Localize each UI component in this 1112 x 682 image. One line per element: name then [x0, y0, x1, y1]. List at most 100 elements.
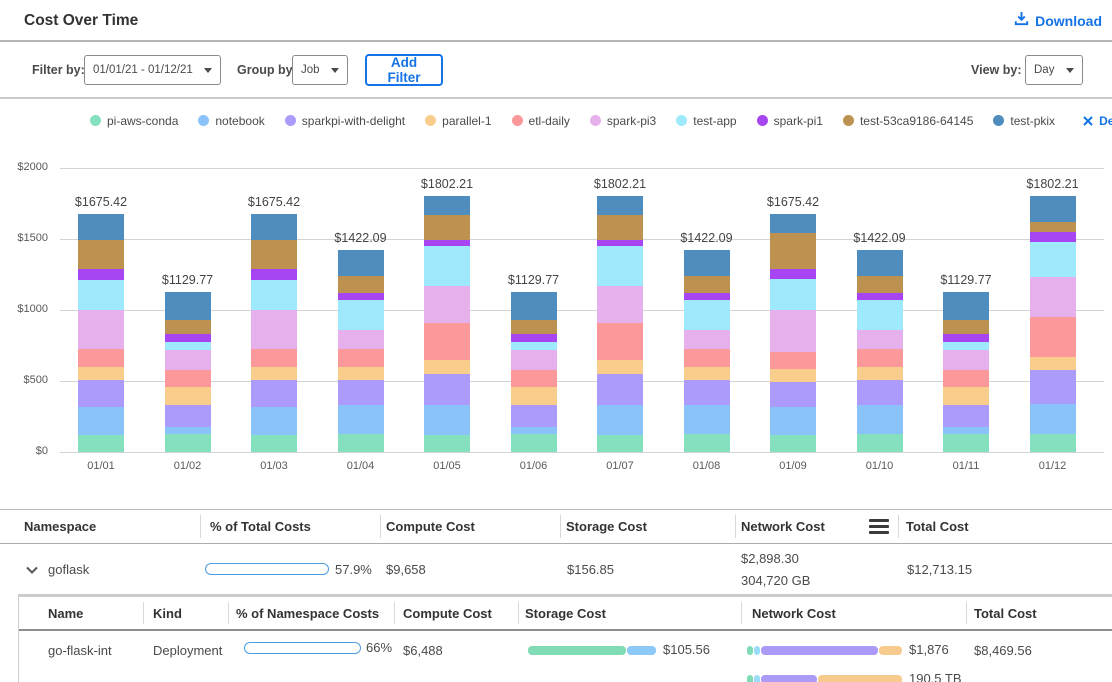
bar-segment-notebook[interactable]: [424, 405, 470, 435]
bar-segment-etl-daily[interactable]: [597, 323, 643, 361]
bar-segment-etl-daily[interactable]: [684, 349, 730, 367]
bar-segment-test-app[interactable]: [78, 280, 124, 311]
bar-segment-notebook[interactable]: [78, 407, 124, 435]
bar-segment-test-53ca9186-64145[interactable]: [684, 276, 730, 293]
bar-segment-test-53ca9186-64145[interactable]: [770, 233, 816, 269]
bar-segment-notebook[interactable]: [1030, 404, 1076, 435]
bar-segment-sparkpi-with-delight[interactable]: [338, 380, 384, 405]
bar-segment-pi-aws-conda[interactable]: [338, 434, 384, 452]
legend-item-sparkpi-with-delight[interactable]: sparkpi-with-delight: [285, 114, 405, 128]
legend-item-parallel-1[interactable]: parallel-1: [425, 114, 491, 128]
bar-segment-spark-pi3[interactable]: [770, 310, 816, 353]
bar-segment-notebook[interactable]: [597, 405, 643, 435]
bar-segment-sparkpi-with-delight[interactable]: [943, 405, 989, 427]
bar-01/05[interactable]: [424, 196, 470, 452]
bar-segment-test-pkix[interactable]: [165, 292, 211, 320]
bar-segment-spark-pi3[interactable]: [424, 286, 470, 323]
namespace-expander[interactable]: goflask: [0, 562, 200, 577]
add-filter-button[interactable]: Add Filter: [365, 54, 443, 86]
legend-item-spark-pi3[interactable]: spark-pi3: [590, 114, 656, 128]
bar-segment-etl-daily[interactable]: [943, 370, 989, 387]
bar-segment-pi-aws-conda[interactable]: [684, 434, 730, 452]
legend-item-notebook[interactable]: notebook: [198, 114, 264, 128]
view-by-select[interactable]: Day: [1025, 55, 1083, 85]
bar-segment-test-53ca9186-64145[interactable]: [597, 215, 643, 241]
bar-segment-test-53ca9186-64145[interactable]: [424, 215, 470, 241]
bar-segment-parallel-1[interactable]: [1030, 357, 1076, 370]
bar-segment-sparkpi-with-delight[interactable]: [251, 380, 297, 407]
bar-segment-spark-pi3[interactable]: [1030, 277, 1076, 317]
bar-segment-etl-daily[interactable]: [857, 349, 903, 367]
bar-01/10[interactable]: [857, 250, 903, 452]
bar-01/03[interactable]: [251, 214, 297, 452]
legend-item-test-app[interactable]: test-app: [676, 114, 736, 128]
bar-segment-test-app[interactable]: [1030, 242, 1076, 278]
bar-segment-notebook[interactable]: [251, 407, 297, 435]
bar-segment-parallel-1[interactable]: [78, 367, 124, 380]
legend-item-etl-daily[interactable]: etl-daily: [512, 114, 570, 128]
bar-segment-etl-daily[interactable]: [511, 370, 557, 387]
bar-segment-test-pkix[interactable]: [338, 250, 384, 276]
bar-segment-pi-aws-conda[interactable]: [78, 435, 124, 452]
bar-segment-sparkpi-with-delight[interactable]: [684, 380, 730, 405]
deselect-all-button[interactable]: Deselect All: [1083, 114, 1112, 128]
download-button[interactable]: Download: [1014, 11, 1102, 31]
bar-segment-sparkpi-with-delight[interactable]: [597, 374, 643, 405]
bar-segment-etl-daily[interactable]: [1030, 317, 1076, 357]
bar-segment-test-pkix[interactable]: [511, 292, 557, 320]
legend-item-pi-aws-conda[interactable]: pi-aws-conda: [90, 114, 178, 128]
bar-segment-spark-pi3[interactable]: [684, 330, 730, 349]
bar-segment-notebook[interactable]: [684, 405, 730, 434]
bar-segment-parallel-1[interactable]: [770, 369, 816, 382]
bar-segment-notebook[interactable]: [770, 407, 816, 435]
bar-segment-test-pkix[interactable]: [1030, 196, 1076, 222]
bar-segment-spark-pi1[interactable]: [597, 240, 643, 246]
bar-segment-etl-daily[interactable]: [770, 352, 816, 369]
bar-segment-sparkpi-with-delight[interactable]: [165, 405, 211, 427]
bar-segment-spark-pi1[interactable]: [684, 293, 730, 301]
bar-segment-test-pkix[interactable]: [943, 292, 989, 320]
bar-segment-spark-pi1[interactable]: [1030, 232, 1076, 242]
bar-segment-parallel-1[interactable]: [165, 387, 211, 405]
bar-segment-test-app[interactable]: [165, 342, 211, 350]
bar-segment-spark-pi1[interactable]: [943, 334, 989, 342]
bar-segment-parallel-1[interactable]: [857, 367, 903, 380]
bar-segment-notebook[interactable]: [338, 405, 384, 434]
bar-segment-pi-aws-conda[interactable]: [165, 434, 211, 452]
bar-segment-test-pkix[interactable]: [597, 196, 643, 215]
date-range-select[interactable]: 01/01/21 - 01/12/21: [84, 55, 221, 85]
bar-segment-parallel-1[interactable]: [684, 367, 730, 380]
bar-segment-sparkpi-with-delight[interactable]: [424, 374, 470, 405]
bar-segment-pi-aws-conda[interactable]: [1030, 434, 1076, 452]
bar-segment-sparkpi-with-delight[interactable]: [511, 405, 557, 427]
bar-01/11[interactable]: [943, 292, 989, 452]
legend-item-test-pkix[interactable]: test-pkix: [993, 114, 1055, 128]
legend-item-test-53ca9186-64145[interactable]: test-53ca9186-64145: [843, 114, 973, 128]
bar-segment-test-53ca9186-64145[interactable]: [857, 276, 903, 293]
bar-segment-test-pkix[interactable]: [251, 214, 297, 240]
bar-segment-notebook[interactable]: [165, 427, 211, 434]
menu-icon[interactable]: [869, 519, 889, 534]
bar-segment-spark-pi1[interactable]: [251, 269, 297, 280]
bar-segment-test-53ca9186-64145[interactable]: [251, 240, 297, 269]
bar-segment-notebook[interactable]: [857, 405, 903, 434]
bar-01/04[interactable]: [338, 250, 384, 452]
bar-01/09[interactable]: [770, 214, 816, 452]
bar-segment-parallel-1[interactable]: [943, 387, 989, 405]
bar-segment-sparkpi-with-delight[interactable]: [78, 380, 124, 407]
bar-segment-etl-daily[interactable]: [251, 349, 297, 367]
bar-01/06[interactable]: [511, 292, 557, 452]
bar-segment-parallel-1[interactable]: [338, 367, 384, 380]
bar-segment-pi-aws-conda[interactable]: [770, 435, 816, 452]
bar-segment-test-53ca9186-64145[interactable]: [338, 276, 384, 293]
bar-segment-sparkpi-with-delight[interactable]: [1030, 370, 1076, 404]
bar-segment-spark-pi3[interactable]: [78, 310, 124, 349]
bar-segment-test-53ca9186-64145[interactable]: [943, 320, 989, 335]
bar-segment-test-53ca9186-64145[interactable]: [78, 240, 124, 269]
bar-segment-test-app[interactable]: [597, 246, 643, 286]
bar-segment-test-pkix[interactable]: [684, 250, 730, 276]
bar-segment-pi-aws-conda[interactable]: [424, 435, 470, 452]
bar-segment-test-pkix[interactable]: [424, 196, 470, 215]
bar-segment-etl-daily[interactable]: [424, 323, 470, 361]
bar-segment-test-app[interactable]: [684, 300, 730, 330]
